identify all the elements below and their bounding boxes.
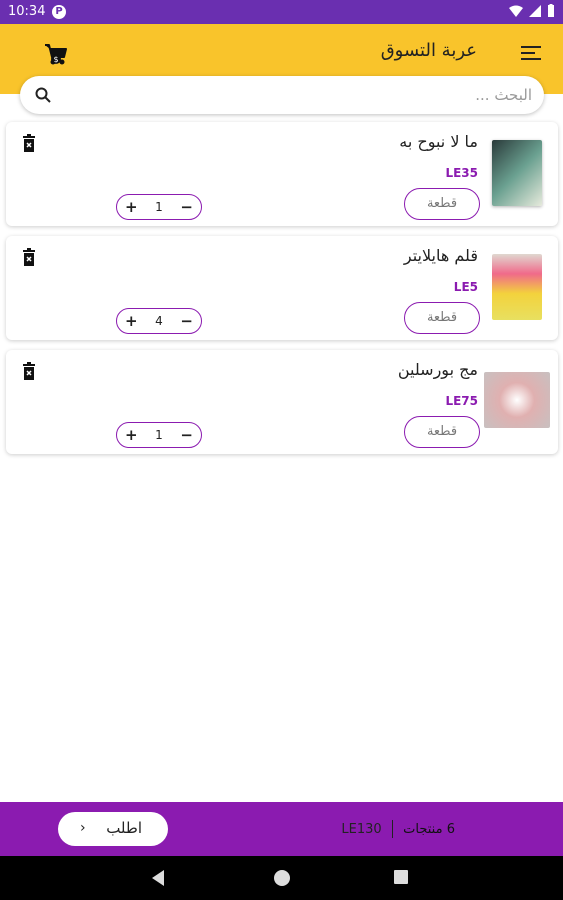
quantity-value: 1 — [155, 200, 163, 214]
back-icon[interactable] — [152, 870, 164, 886]
unit-button[interactable]: قطعة — [404, 416, 480, 448]
item-price: LE35 — [445, 166, 478, 180]
recent-apps-icon[interactable] — [394, 870, 408, 884]
cart-item-card: ما لا نبوح به LE35 قطعة + 1 − — [6, 122, 558, 226]
quantity-stepper: + 1 − — [116, 194, 202, 220]
quantity-stepper: + 4 − — [116, 308, 202, 334]
decrement-button[interactable]: − — [180, 198, 193, 216]
wifi-icon — [509, 5, 523, 17]
item-thumbnail — [492, 140, 542, 206]
battery-icon — [548, 4, 554, 17]
search-icon[interactable] — [34, 86, 52, 104]
search-input[interactable] — [72, 82, 532, 108]
search-bar — [20, 76, 544, 114]
item-thumbnail — [492, 254, 542, 320]
item-name: ما لا نبوح به — [399, 132, 478, 151]
quantity-value: 4 — [155, 314, 163, 328]
cart-icon[interactable]: $ — [42, 40, 70, 68]
cart-summary: 6 منتجات LE130 — [341, 820, 455, 838]
increment-button[interactable]: + — [125, 312, 138, 330]
system-nav-bar — [0, 856, 563, 900]
checkout-bar: › اطلب 6 منتجات LE130 — [0, 802, 563, 856]
increment-button[interactable]: + — [125, 426, 138, 444]
cart-item-card: قلم هايلايتر LE5 قطعة + 4 − — [6, 236, 558, 340]
status-time: 10:34 — [8, 4, 46, 19]
item-count: 6 منتجات — [403, 821, 455, 837]
signal-icon — [529, 5, 541, 17]
menu-icon[interactable] — [521, 46, 541, 64]
notification-p-icon: P — [52, 5, 66, 19]
page-title: عربة التسوق — [380, 40, 477, 61]
trash-icon[interactable] — [22, 248, 36, 266]
cart-total: LE130 — [341, 821, 382, 837]
order-label: اطلب — [106, 819, 142, 837]
increment-button[interactable]: + — [125, 198, 138, 216]
item-thumbnail — [484, 372, 550, 428]
trash-icon[interactable] — [22, 134, 36, 152]
unit-button[interactable]: قطعة — [404, 302, 480, 334]
unit-button[interactable]: قطعة — [404, 188, 480, 220]
cart-item-card: مج بورسلين LE75 قطعة + 1 − — [6, 350, 558, 454]
item-price: LE75 — [445, 394, 478, 408]
item-price: LE5 — [453, 280, 478, 294]
status-icons — [509, 4, 555, 18]
chevron-right-icon: › — [80, 820, 86, 836]
quantity-value: 1 — [155, 428, 163, 442]
order-button[interactable]: › اطلب — [58, 812, 168, 846]
home-icon[interactable] — [274, 870, 290, 886]
status-bar: 10:34 P — [0, 0, 563, 24]
item-name: قلم هايلايتر — [403, 246, 478, 265]
decrement-button[interactable]: − — [180, 426, 193, 444]
quantity-stepper: + 1 − — [116, 422, 202, 448]
decrement-button[interactable]: − — [180, 312, 193, 330]
svg-text:$: $ — [53, 55, 58, 64]
summary-divider — [391, 820, 394, 838]
trash-icon[interactable] — [22, 362, 36, 380]
item-name: مج بورسلين — [397, 360, 478, 379]
